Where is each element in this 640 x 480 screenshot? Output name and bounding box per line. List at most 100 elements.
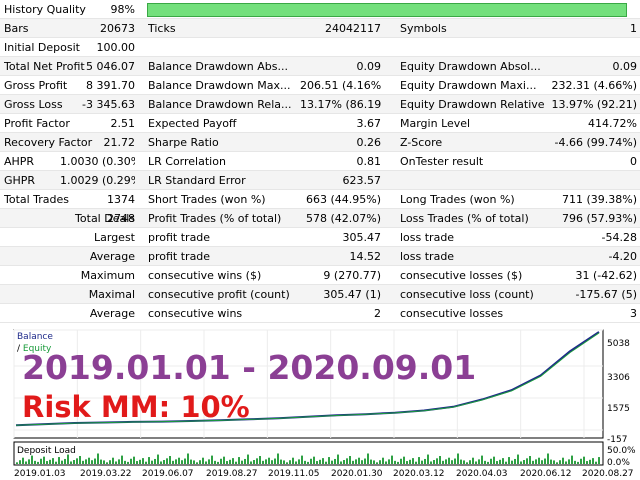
deposit-load-bar [379,460,381,464]
deposit-load-bar [307,461,309,464]
deposit-load-bar [91,460,93,464]
report-label: Expected Payoff [148,117,237,130]
deposit-load-bar [592,458,594,464]
deposit-load-bar [295,461,297,464]
deposit-load-bar [496,461,498,464]
deposit-load-bar [502,458,504,464]
deposit-load-bar [316,461,318,464]
deposit-load-bar [586,461,588,464]
report-value: 0.09 [356,60,382,73]
deposit-load-bar [184,458,186,464]
deposit-load-bar [526,458,528,464]
deposit-load-bar [196,462,198,464]
report-value: 206.51 (4.16%) [300,79,381,92]
deposit-load-bar [298,459,300,464]
deposit-load-bar [415,461,417,464]
deposit-load-bar [160,461,162,464]
report-value: 578 (42.07%) [305,212,381,225]
deposit-load-bar [589,459,591,464]
deposit-load-bar [145,461,147,464]
deposit-load-bar [490,458,492,464]
deposit-load-bar [376,462,378,464]
deposit-load-label: Deposit Load [17,446,76,456]
deposit-load-bar [265,459,267,464]
report-value [520,171,637,190]
deposit-load-bar [256,458,258,464]
deposit-load-bar [544,458,546,464]
deposit-load-bar [97,453,99,464]
report-label: consecutive wins [148,307,243,320]
deposit-load-bar [286,462,288,464]
report-value: 1374 [107,193,135,206]
deposit-load-bar [148,457,150,464]
report-value: 305.47 (1) [323,288,381,301]
deposit-load-bar [424,458,426,464]
report-value: 305.47 [342,231,382,244]
deposit-load-bar [478,459,480,464]
deposit-load-bar [535,459,537,464]
deposit-load-bar [460,459,462,464]
deposit-load-bar [157,454,159,464]
report-label: consecutive profit (count) [148,288,290,301]
report-value: 1 [630,22,637,35]
report-value: 0.81 [356,155,382,168]
deposit-load-bar [412,458,414,464]
deposit-load-bar [268,457,270,464]
deposit-load-bar [508,457,510,464]
x-tick-2: 2019.03.22 [80,469,132,479]
report-value: 100.00 [96,41,136,54]
report-value: 796 (57.93%) [561,212,637,225]
deposit-load-bar [397,461,399,464]
deposit-load-bar [76,458,78,464]
report-value: 8 391.70 [86,79,135,92]
deposit-load-bar [250,461,252,464]
deposit-load-bar [139,459,141,464]
report-row: Initial Deposit 100.00 [0,38,640,57]
deposit-load-bar [100,459,102,464]
report-value: 14.52 [349,250,382,263]
deposit-load-bar [463,460,465,464]
deposit-load-bar [595,461,597,464]
deposit-load-bar [385,461,387,464]
deposit-load-bar [313,456,315,464]
report-row: Maximal consecutive profit (count) 305.47 … [0,285,640,304]
report-label: Ticks [148,22,176,35]
deposit-load-bar [322,458,324,464]
deposit-load-bar [202,457,204,464]
x-tick-6: 2020.01.30 [331,469,383,479]
report-value [520,38,637,57]
report-value: 13.97% (92.21) [551,98,637,111]
report-value: -175.67 (5) [575,288,637,301]
deposit-load-bar [418,457,420,464]
deposit-load-bar [358,457,360,464]
report-row: GHPR1.0029 (0.29%)LR Standard Error623.5… [0,171,640,190]
deposit-load-bar [85,459,87,464]
y-tick-neg157: -157 [607,435,628,445]
deposit-load-bar [355,459,357,464]
report-label: Balance Drawdown Max... [148,79,291,92]
x-tick-3: 2019.06.07 [142,469,194,479]
history-quality-bar [147,3,628,17]
deposit-load-bar [403,456,405,464]
deposit-load-bar [481,455,483,464]
deposit-load-bar [46,461,48,464]
deposit-load-bar [259,456,261,464]
deposit-load-bar [73,460,75,464]
deposit-load-bar [130,458,132,464]
report-value [60,228,135,247]
deposit-load-bar [190,459,192,464]
deposit-load-bar [409,459,411,464]
deposit-load-bar [244,458,246,464]
deposit-load-bar [574,460,576,464]
deposit-load-bar [583,456,585,464]
report-value: 9 (270.77) [323,269,381,282]
report-value: 3.67 [356,117,382,130]
deposit-load-bar [448,457,450,464]
x-tick-10: 2020.08.27 [582,469,634,479]
deposit-load-bar [88,457,90,464]
deposit-load-bar [553,460,555,464]
deposit-load-bar [283,460,285,464]
report-label: Balance Drawdown Rela... [148,98,292,111]
report-value: -4.20 [608,250,637,263]
deposit-load-bar [331,460,333,464]
